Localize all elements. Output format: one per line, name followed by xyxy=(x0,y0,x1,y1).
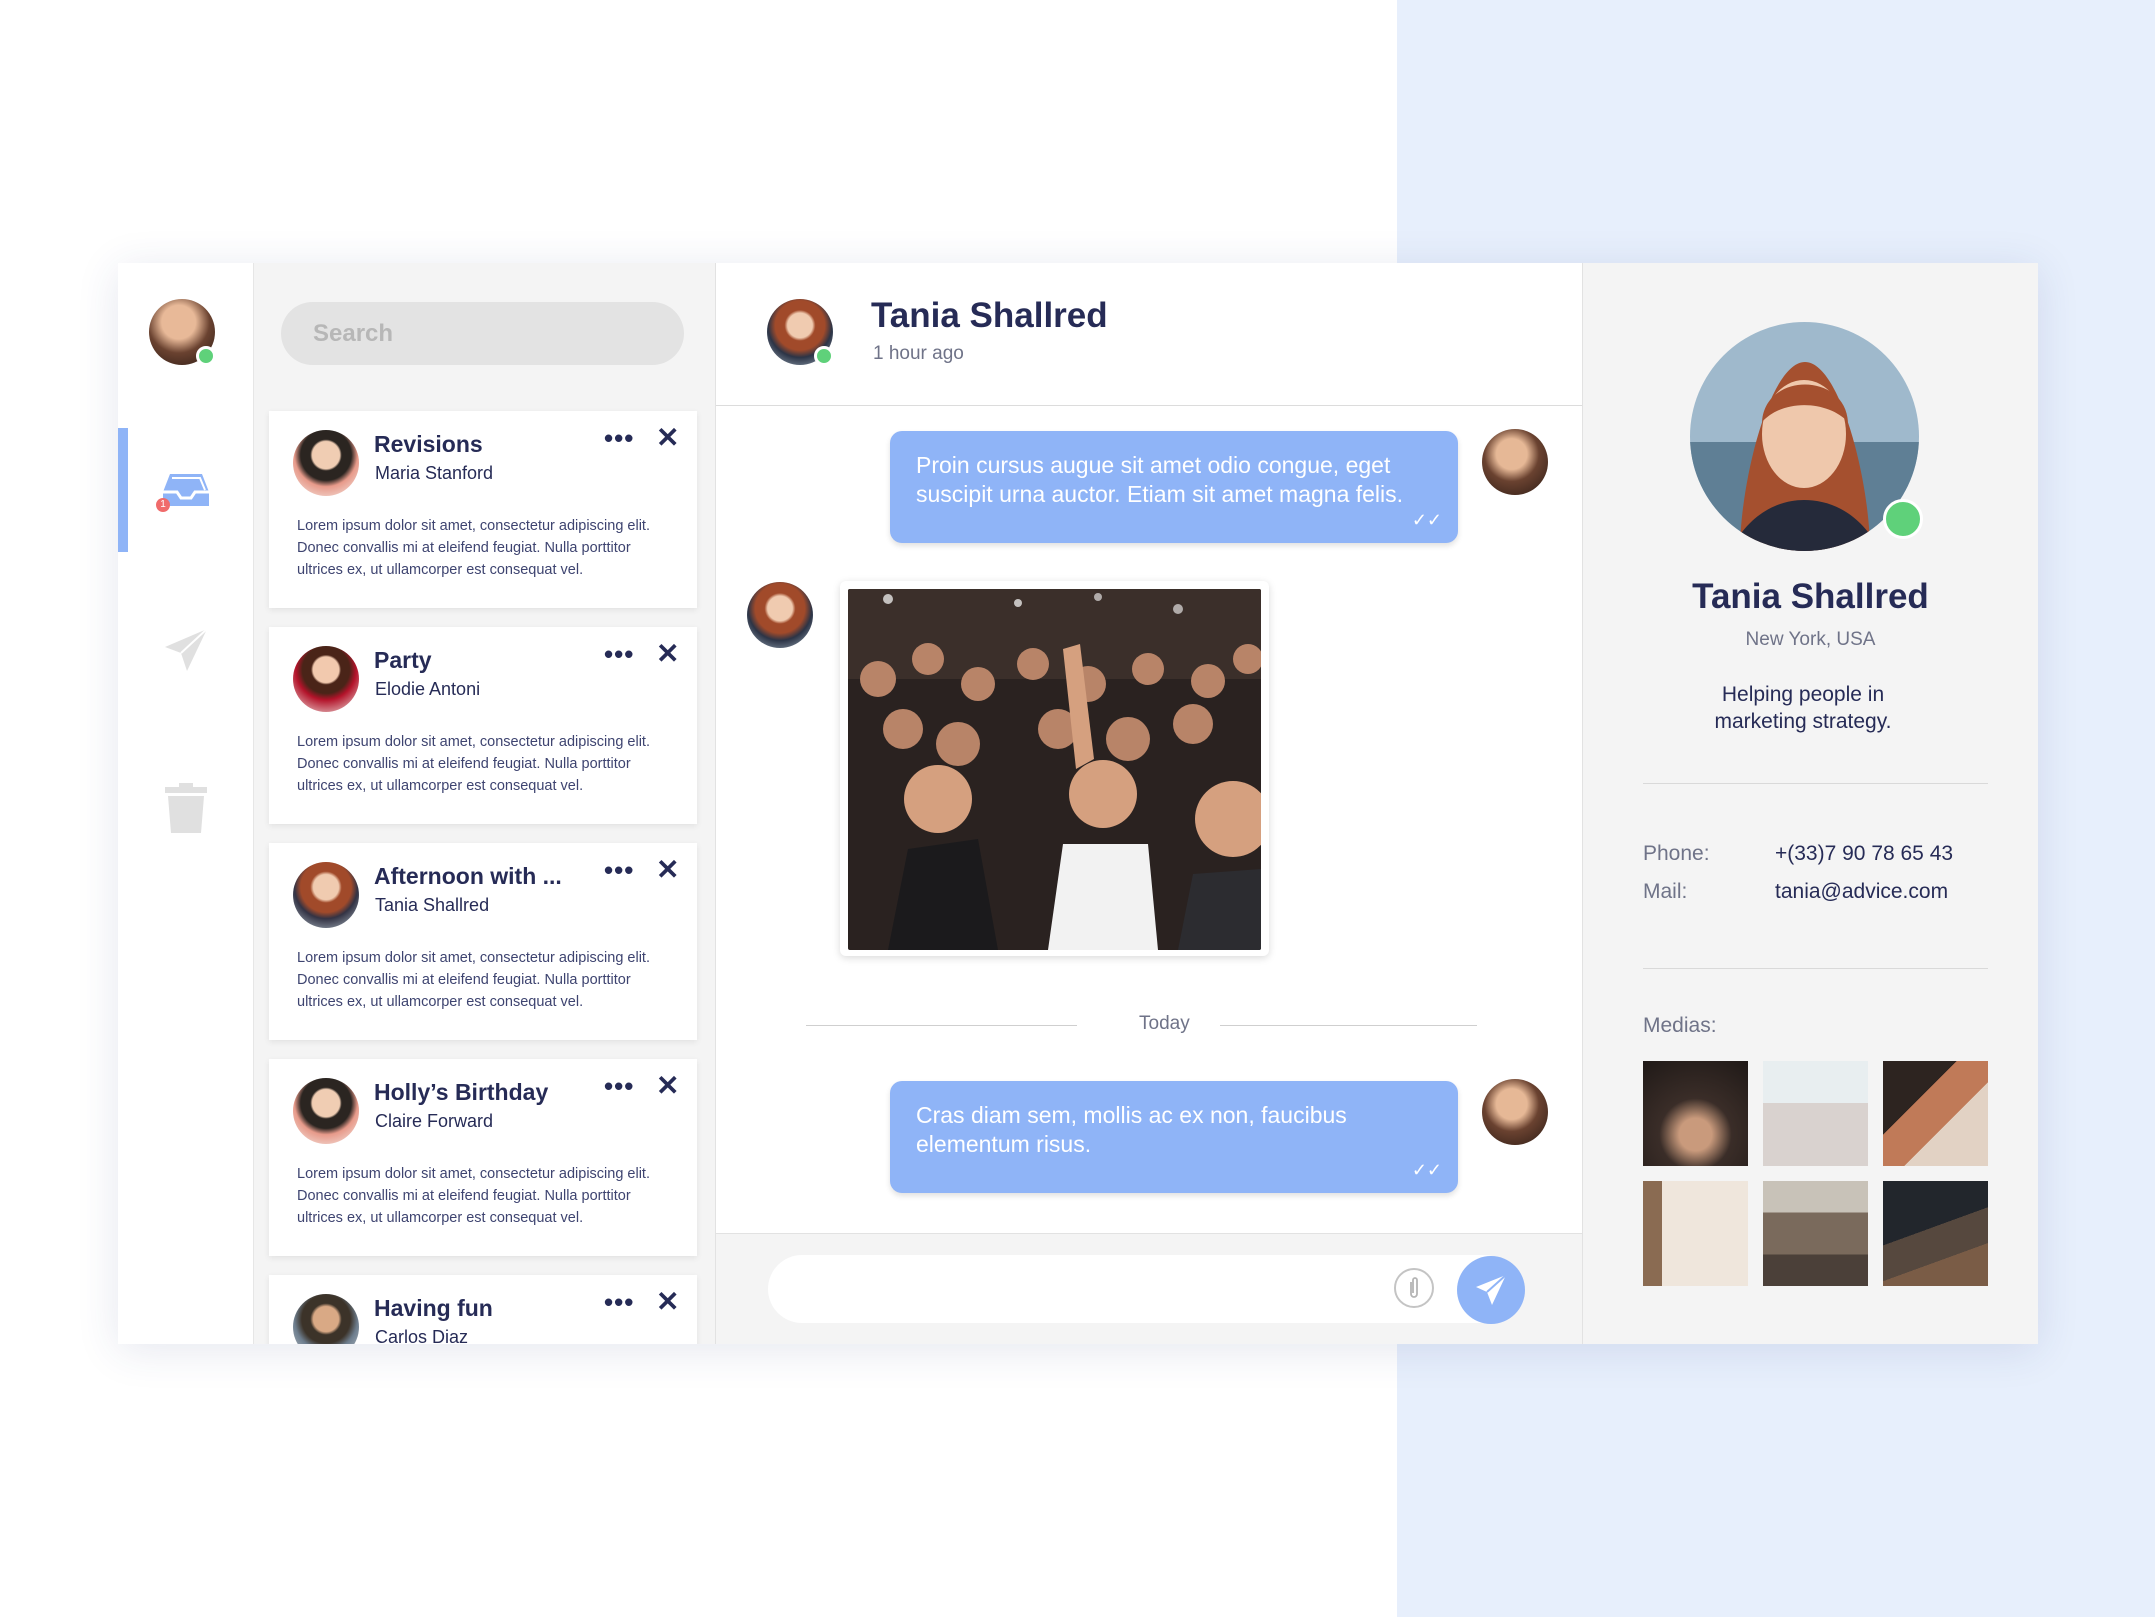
conversation-list: Revisions Maria Stanford ••• ✕ Lorem ips… xyxy=(254,263,716,1344)
conversation-card[interactable]: Revisions Maria Stanford ••• ✕ Lorem ips… xyxy=(269,411,697,608)
sender-avatar xyxy=(1482,429,1548,495)
phone-label: Phone: xyxy=(1643,842,1710,865)
message-text: Cras diam sem, mollis ac ex non, faucibu… xyxy=(916,1102,1347,1157)
more-options-icon[interactable]: ••• xyxy=(604,1287,634,1318)
conversation-preview: Lorem ipsum dolor sit amet, consectetur … xyxy=(297,950,650,1010)
media-thumbnail[interactable] xyxy=(1883,1061,1988,1166)
current-user-avatar[interactable] xyxy=(149,299,216,366)
mail-label: Mail: xyxy=(1643,880,1688,903)
medias-label: Medias: xyxy=(1643,1014,1717,1037)
chat-panel: Tania Shallred 1 hour ago Proin cursus a… xyxy=(716,263,1583,1344)
send-icon[interactable] xyxy=(158,622,214,678)
contact-avatar[interactable] xyxy=(767,299,834,366)
date-divider-line xyxy=(1220,1025,1477,1026)
conversation-card[interactable]: Afternoon with ... Tania Shallred ••• ✕ … xyxy=(269,843,697,1040)
conversation-sender: Maria Stanford xyxy=(375,463,494,483)
media-thumbnail[interactable] xyxy=(1643,1181,1748,1286)
conversation-title: Having fun xyxy=(374,1295,493,1321)
avatar xyxy=(293,646,359,712)
conversation-title: Revisions xyxy=(374,431,483,457)
shared-photo[interactable] xyxy=(840,581,1269,956)
avatar xyxy=(293,430,359,496)
last-seen: 1 hour ago xyxy=(873,343,964,364)
avatar xyxy=(293,1078,359,1144)
more-options-icon[interactable]: ••• xyxy=(604,639,634,670)
close-icon[interactable]: ✕ xyxy=(656,853,679,886)
media-thumbnail[interactable] xyxy=(1763,1061,1868,1166)
divider xyxy=(1643,968,1988,969)
chat-header: Tania Shallred 1 hour ago xyxy=(716,263,1582,406)
date-divider-label: Today xyxy=(1139,1013,1190,1034)
message-bubble-sent: Proin cursus augue sit amet odio congue,… xyxy=(890,431,1458,543)
close-icon[interactable]: ✕ xyxy=(656,637,679,670)
date-divider-line xyxy=(806,1025,1077,1026)
phone-value[interactable]: +(33)7 90 78 65 43 xyxy=(1775,842,1953,866)
conversation-card[interactable]: Holly’s Birthday Claire Forward ••• ✕ Lo… xyxy=(269,1059,697,1256)
conversation-preview: Lorem ipsum dolor sit amet, consectetur … xyxy=(297,518,650,578)
active-nav-indicator xyxy=(118,428,128,552)
more-options-icon[interactable]: ••• xyxy=(604,855,634,886)
contact-profile-panel: Tania Shallred New York, USA Helping peo… xyxy=(1583,263,2038,1344)
contact-avatar xyxy=(747,582,813,648)
conversation-preview: Lorem ipsum dolor sit amet, consectetur … xyxy=(297,734,650,794)
profile-name: Tania Shallred xyxy=(1692,577,1929,616)
online-indicator xyxy=(814,346,834,366)
message-text: Proin cursus augue sit amet odio congue,… xyxy=(916,452,1404,507)
conversation-title: Afternoon with ... xyxy=(374,863,562,889)
media-thumbnail[interactable] xyxy=(1643,1061,1748,1166)
trash-icon[interactable] xyxy=(158,780,214,836)
conversation-title: Party xyxy=(374,647,432,673)
concert-photo xyxy=(848,589,1261,950)
contact-name: Tania Shallred xyxy=(871,296,1108,335)
message-bubble-sent: Cras diam sem, mollis ac ex non, faucibu… xyxy=(890,1081,1458,1193)
media-thumbnail[interactable] xyxy=(1763,1181,1868,1286)
conversation-card[interactable]: Party Elodie Antoni ••• ✕ Lorem ipsum do… xyxy=(269,627,697,824)
online-indicator xyxy=(1883,499,1923,539)
read-receipt-icon: ✓✓ xyxy=(1411,1160,1442,1180)
avatar xyxy=(293,862,359,928)
conversation-card[interactable]: Having fun Carlos Diaz ••• ✕ xyxy=(269,1275,697,1344)
paperclip-icon[interactable] xyxy=(1394,1268,1434,1308)
online-indicator xyxy=(196,346,216,366)
search-input[interactable] xyxy=(281,302,684,365)
close-icon[interactable]: ✕ xyxy=(656,421,679,454)
send-button[interactable] xyxy=(1457,1256,1525,1324)
conversation-sender: Claire Forward xyxy=(375,1111,494,1131)
profile-location: New York, USA xyxy=(1745,629,1876,650)
avatar xyxy=(293,1294,359,1344)
conversation-title: Holly’s Birthday xyxy=(374,1079,549,1105)
conversation-sender: Elodie Antoni xyxy=(375,679,481,699)
read-receipt-icon: ✓✓ xyxy=(1411,510,1442,530)
mail-value[interactable]: tania@advice.com xyxy=(1775,880,1948,904)
nav-rail: 1 xyxy=(118,263,254,1344)
profile-bio: Helping people in marketing strategy. xyxy=(1714,683,1892,733)
divider xyxy=(1643,783,1988,784)
conversation-preview: Lorem ipsum dolor sit amet, consectetur … xyxy=(297,1166,650,1226)
sender-avatar xyxy=(1482,1079,1548,1145)
inbox-badge: 1 xyxy=(156,498,170,512)
media-thumbnail[interactable] xyxy=(1883,1181,1988,1286)
messaging-app: 1 Revisions Maria Stanford ••• ✕ Lorem i… xyxy=(118,263,2038,1344)
close-icon[interactable]: ✕ xyxy=(656,1069,679,1102)
conversation-sender: Tania Shallred xyxy=(375,895,490,915)
more-options-icon[interactable]: ••• xyxy=(604,1071,634,1102)
more-options-icon[interactable]: ••• xyxy=(604,423,634,454)
conversation-sender: Carlos Diaz xyxy=(375,1327,469,1344)
close-icon[interactable]: ✕ xyxy=(656,1285,679,1318)
send-icon xyxy=(1476,1274,1507,1305)
